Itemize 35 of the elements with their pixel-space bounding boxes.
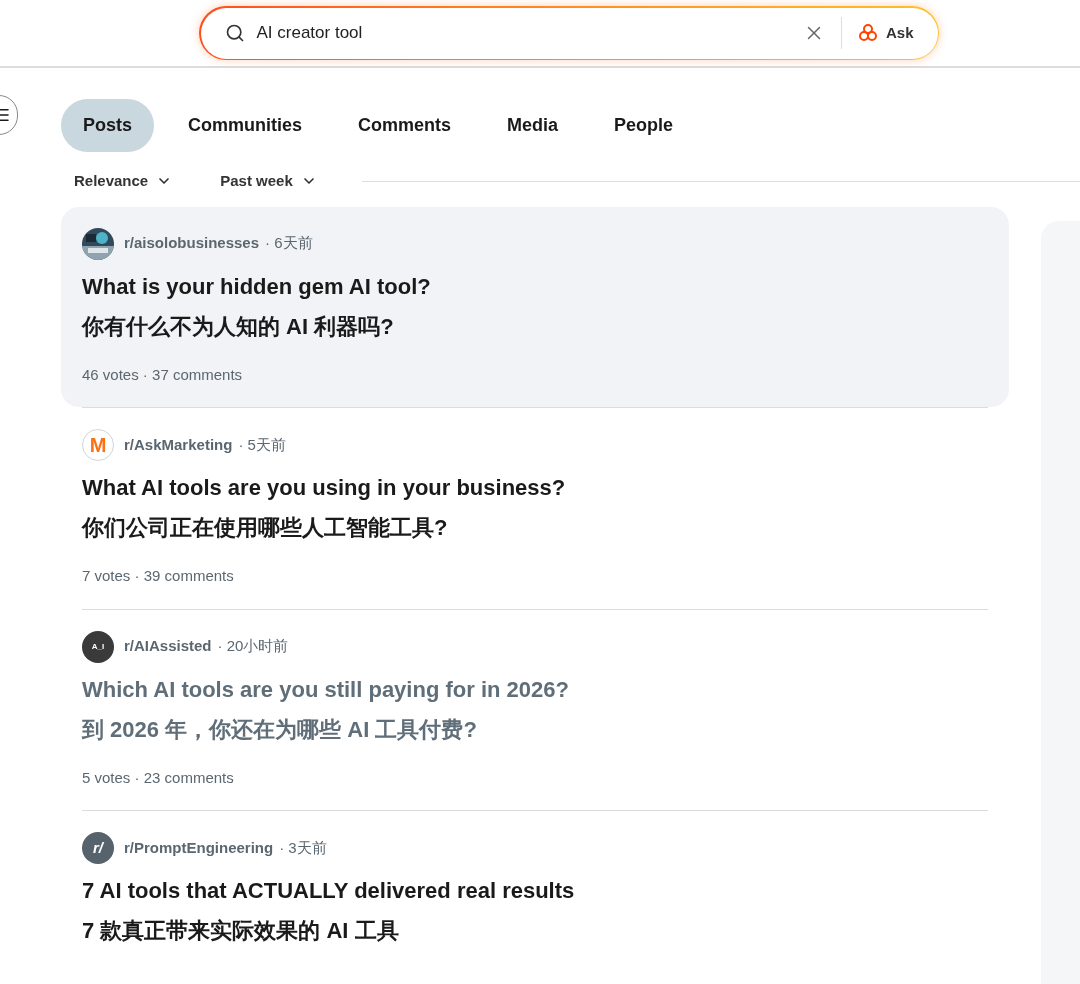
post-stats: 46 votes · 37 comments [82, 364, 244, 385]
community-avatar: M [82, 429, 114, 461]
community-link[interactable]: r/PromptEngineering [124, 836, 274, 860]
community-link[interactable]: r/AskMarketing [124, 433, 233, 457]
tab[interactable]: Communities [166, 99, 325, 152]
filter-dropdown[interactable]: Past week [207, 170, 330, 193]
post-time: · 3天前 [279, 837, 327, 858]
search-query: AI creator tool [256, 22, 364, 45]
filter-dropdown[interactable]: Relevance [61, 170, 186, 193]
post-stats: 7 votes · 39 comments [82, 566, 235, 586]
search-icon [224, 23, 245, 43]
tab[interactable]: Media [485, 99, 581, 152]
tab[interactable]: Comments [336, 99, 474, 152]
post-card[interactable]: r/aisolobusinesses · 6天前 What is your hidden gem AI tool? 你有什么不为人知的 AI 利器吗? 46 votes · 37 comments [61, 206, 1009, 407]
community-avatar: r/ [82, 832, 114, 864]
post-time: · 5天前 [238, 434, 286, 455]
post-title: What AI tools are you using in your business? [82, 474, 567, 502]
tab[interactable]: Posts [61, 99, 155, 152]
post-title-translation: 你们公司正在使用哪些人工智能工具? [82, 514, 449, 542]
search-field[interactable]: AI creator tool Ask [199, 6, 939, 60]
community-link[interactable]: r/aisolobusinesses [124, 232, 260, 255]
post-title: 7 AI tools that ACTUALLY delivered real results [82, 877, 576, 905]
ask-button[interactable]: Ask [857, 21, 914, 45]
post-title-translation: 到 2026 年，你还在为哪些 AI 工具付费? [82, 715, 478, 744]
community-link[interactable]: r/AIAssisted [124, 635, 212, 658]
tab[interactable]: People [592, 99, 696, 152]
post-title: Which AI tools are you still paying for in 2026? [82, 675, 570, 704]
cluster-icon [857, 23, 878, 43]
community-avatar: A_I [82, 630, 114, 663]
post-stats: 5 votes · 23 comments [82, 767, 235, 788]
post-time: · 20小时前 [217, 636, 289, 657]
post-title-translation: 你有什么不为人知的 AI 利器吗? [82, 312, 395, 341]
post-title: What is your hidden gem AI tool? [82, 272, 432, 301]
post-time: · 6天前 [265, 233, 313, 254]
post-title-translation: 7 款真正带来实际效果的 AI 工具 [82, 917, 400, 945]
